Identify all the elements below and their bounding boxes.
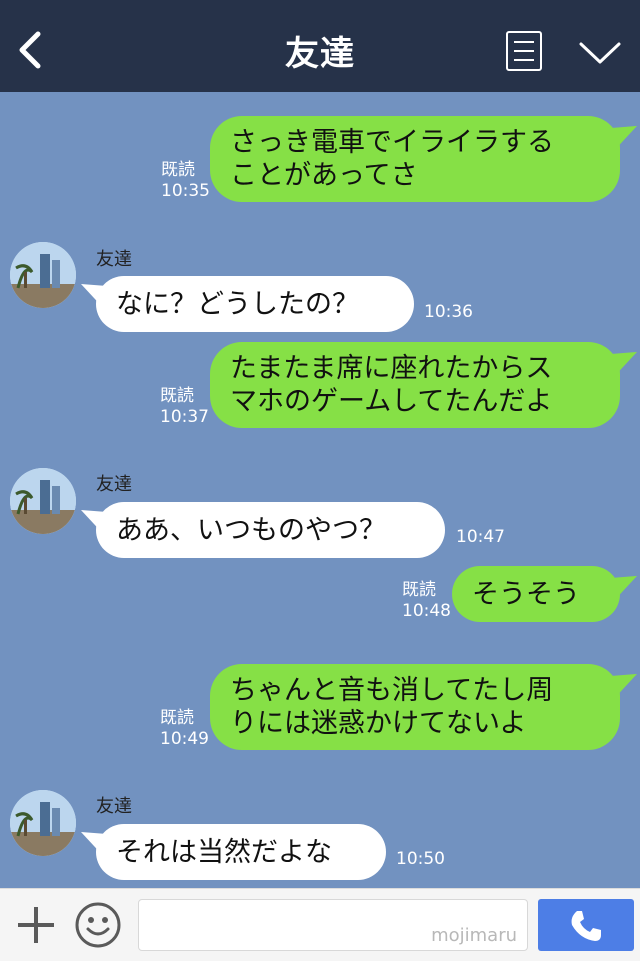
read-receipt: 既読 (160, 386, 194, 406)
message-time: 10:48 (402, 601, 451, 621)
menu-line (514, 50, 534, 52)
message-meta: 既読 10:49 (160, 708, 209, 750)
plus-icon (18, 907, 54, 943)
chevron-down-icon (579, 42, 621, 64)
menu-line (514, 59, 534, 61)
chat-area[interactable]: 既読 10:35 さっき電車でイライラする ことがあってさ 友達 なに？どうした… (0, 92, 640, 888)
avatar[interactable] (10, 242, 76, 308)
input-bar: mojimaru (0, 888, 640, 961)
sender-name: 友達 (96, 474, 132, 495)
read-receipt: 既読 (402, 580, 436, 600)
chat-header: 友達 (0, 0, 640, 92)
avatar[interactable] (10, 790, 76, 856)
message-time: 10:47 (456, 527, 505, 547)
add-button[interactable] (14, 903, 58, 947)
menu-button[interactable] (506, 31, 542, 71)
message-time: 10:49 (160, 729, 209, 749)
outgoing-message[interactable]: そうそう (452, 566, 620, 622)
sender-name: 友達 (96, 796, 132, 817)
message-time: 10:35 (161, 181, 210, 201)
incoming-message[interactable]: それは当然だよな (96, 824, 386, 880)
message-meta: 既読 10:37 (160, 386, 209, 428)
outgoing-message[interactable]: たまたま席に座れたからス マホのゲームしてたんだよ (210, 342, 620, 428)
sender-name: 友達 (96, 249, 132, 270)
avatar-image (10, 790, 76, 856)
incoming-message[interactable]: なに？どうしたの？ (96, 276, 414, 332)
avatar-image (10, 242, 76, 308)
message-time: 10:36 (424, 302, 473, 322)
phone-icon (571, 911, 601, 941)
message-meta: 既読 10:35 (161, 160, 210, 202)
outgoing-message[interactable]: さっき電車でイライラする ことがあってさ (210, 116, 620, 202)
avatar-image (10, 468, 76, 534)
message-time: 10:50 (396, 849, 445, 869)
incoming-message[interactable]: ああ、いつものやつ？ (96, 502, 445, 558)
watermark: mojimaru (431, 925, 517, 946)
message-time: 10:37 (160, 407, 209, 427)
call-button[interactable] (538, 899, 634, 951)
read-receipt: 既読 (161, 160, 195, 180)
collapse-button[interactable] (578, 40, 622, 66)
smiley-icon (75, 902, 121, 948)
outgoing-message[interactable]: ちゃんと音も消してたし周 りには迷惑かけてないよ (210, 664, 620, 750)
message-input[interactable]: mojimaru (138, 899, 528, 951)
read-receipt: 既読 (160, 708, 194, 728)
avatar[interactable] (10, 468, 76, 534)
emoji-button[interactable] (74, 901, 122, 949)
menu-list-icon (514, 41, 534, 43)
message-meta: 既読 10:48 (402, 580, 451, 622)
chat-title: 友達 (285, 34, 355, 74)
